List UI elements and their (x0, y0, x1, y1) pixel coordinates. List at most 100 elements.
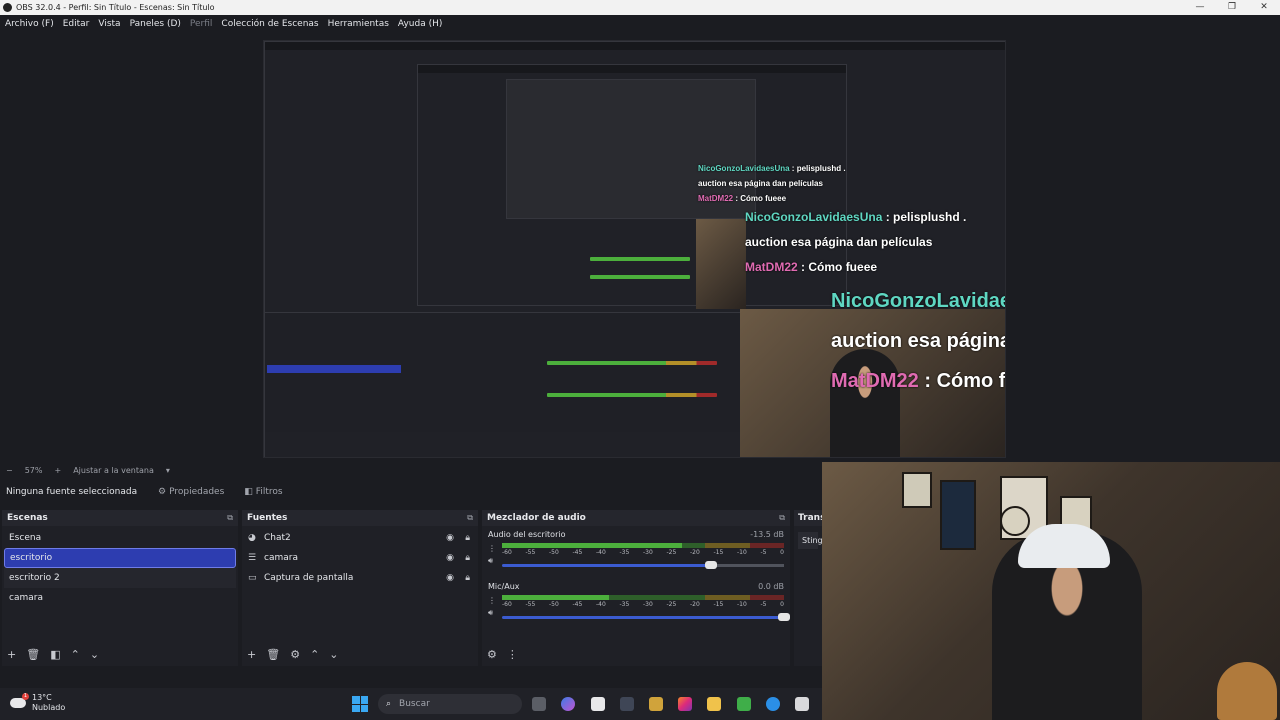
chat-username: NicoGonzoLavidaesUna (745, 210, 883, 224)
source-label: Captura de pantalla (264, 573, 354, 583)
filters-button[interactable]: ◧ Filtros (238, 484, 288, 500)
kebab-menu-icon[interactable]: ⋮ (488, 543, 498, 555)
notes-icon[interactable] (591, 697, 605, 711)
undock-icon[interactable]: ⧉ (467, 513, 473, 523)
source-label: Chat2 (264, 533, 291, 543)
menu-editar[interactable]: Editar (63, 19, 90, 29)
windows-taskbar: 1 13°C Nublado ⌕ Buscar (0, 688, 822, 720)
search-icon: ⌕ (386, 699, 392, 709)
task-view-icon[interactable] (532, 697, 546, 711)
file-explorer-icon[interactable] (707, 697, 721, 711)
wall-poster (940, 480, 976, 550)
meter-tick-label: -40 (596, 549, 606, 556)
meter-ticks: -60 -55 -50 -45 -40 -35 -30 -25 -20 -15 -10 -5 0 (502, 549, 784, 556)
volume-slider[interactable] (502, 613, 790, 621)
move-scene-up-button[interactable]: ⌃ (71, 648, 80, 661)
source-item[interactable]: ◕ Chat2 ◉ 🔒︎ (242, 528, 478, 548)
weather-widget[interactable]: 1 13°C Nublado (10, 693, 65, 713)
eye-icon[interactable]: ◉ (446, 533, 454, 543)
meter-tick-label: -20 (690, 601, 700, 608)
menu-perfil[interactable]: Perfil (190, 19, 213, 29)
slider-handle[interactable] (778, 613, 790, 621)
slider-handle[interactable] (704, 561, 717, 569)
scene-item[interactable]: camara (4, 588, 236, 608)
remove-source-button[interactable]: 🗑 (266, 648, 280, 661)
add-scene-button[interactable]: + (7, 648, 16, 661)
transition-select[interactable]: Sting (798, 532, 822, 549)
store-icon[interactable] (795, 697, 809, 711)
chat-username: MatDM22 (698, 194, 734, 203)
scenes-toolbar: + 🗑 ◧ ⌃ ⌄ (2, 642, 238, 666)
zoom-in-button[interactable]: + (54, 466, 61, 475)
scene-filters-button[interactable]: ◧ (50, 648, 60, 661)
preview-area[interactable]: NicoGonzoLavidaesUna : pelisplushd . auc… (0, 33, 1280, 461)
instagram-icon[interactable] (678, 697, 692, 711)
widgets-icon[interactable] (649, 697, 663, 711)
meter-tick-label: -60 (502, 601, 512, 608)
menu-paneles[interactable]: Paneles (D) (130, 19, 181, 29)
scene-item-selected[interactable]: escritorio (4, 548, 236, 568)
menu-archivo[interactable]: Archivo (F) (5, 19, 54, 29)
close-button[interactable]: ✕ (1248, 0, 1280, 15)
sources-toolbar: + 🗑 ⚙ ⌃ ⌄ (242, 642, 478, 666)
mixer-title: Mezclador de audio (487, 513, 586, 523)
menu-ayuda[interactable]: Ayuda (H) (398, 19, 442, 29)
program-preview[interactable]: NicoGonzoLavidaesUna : pelisplushd . auc… (263, 40, 1006, 458)
chat-overlay-small: NicoGonzoLavidaesUna : pelisplushd . auc… (698, 164, 846, 203)
transitions-title: Trans (798, 513, 822, 523)
edge-browser-icon[interactable] (766, 697, 780, 711)
volume-slider[interactable] (502, 561, 784, 569)
menu-herramientas[interactable]: Herramientas (328, 19, 389, 29)
speaker-icon[interactable]: 🔊︎ (488, 607, 498, 619)
maximize-button[interactable]: ❐ (1216, 0, 1248, 15)
list-icon: ☰ (248, 553, 257, 563)
obs-logo-icon (3, 3, 12, 12)
source-item[interactable]: ▭ Captura de pantalla ◉ 🔒︎ (242, 568, 478, 588)
meter-tick-label: -45 (572, 549, 583, 556)
scene-item[interactable]: Escena (4, 528, 236, 548)
lock-icon[interactable]: 🔒︎ (465, 533, 470, 543)
scenes-dock-header: Escenas ⧉ (2, 510, 238, 526)
fit-to-window-label[interactable]: Ajustar a la ventana (73, 466, 154, 475)
move-source-up-button[interactable]: ⌃ (310, 648, 319, 661)
properties-button[interactable]: ⚙ Propiedades (152, 484, 230, 500)
remove-scene-button[interactable]: 🗑 (26, 648, 40, 661)
scene-item[interactable]: escritorio 2 (4, 568, 236, 588)
chat-overlay-large: NicoGonzoLavidaesUna : pelisplushd . auc… (831, 281, 1005, 401)
chat-message: pelisplushd . (893, 210, 967, 224)
channel-db: 0.0 dB (758, 582, 784, 591)
source-list: ◕ Chat2 ◉ 🔒︎ ☰ camara ◉ 🔒︎ ▭ Captura de … (242, 526, 478, 588)
speaker-icon[interactable]: 🔊︎ (488, 555, 498, 567)
windows-start-icon[interactable] (352, 696, 368, 712)
lock-icon[interactable]: 🔒︎ (465, 573, 470, 583)
meter-tick-label: -5 (760, 601, 767, 608)
obs-taskbar-icon[interactable] (620, 697, 634, 711)
undock-icon[interactable]: ⧉ (779, 513, 785, 523)
source-item[interactable]: ☰ camara ◉ 🔒︎ (242, 548, 478, 568)
undock-icon[interactable]: ⧉ (227, 513, 233, 523)
kebab-menu-icon[interactable]: ⋮ (488, 595, 498, 607)
move-scene-down-button[interactable]: ⌄ (90, 648, 99, 661)
mixer-menu-button[interactable]: ⋮ (507, 648, 518, 661)
chevron-down-icon[interactable]: ▾ (166, 466, 170, 475)
menu-vista[interactable]: Vista (98, 19, 120, 29)
mixer-toolbar: ⚙ ⋮ (482, 642, 790, 666)
eye-icon[interactable]: ◉ (446, 573, 454, 583)
audio-mixer-dock: Mezclador de audio ⧉ Audio del escritori… (482, 510, 790, 666)
copilot-icon[interactable] (561, 697, 575, 711)
advanced-audio-button[interactable]: ⚙ (487, 648, 497, 661)
add-source-button[interactable]: + (247, 648, 256, 661)
move-source-down-button[interactable]: ⌄ (329, 648, 338, 661)
mixer-channel: Mic/Aux 0.0 dB ⋮ 🔊︎ -60 -55 -50 -45 -40 -35 -30… (482, 578, 790, 630)
taskbar-search[interactable]: ⌕ Buscar (378, 694, 522, 714)
eye-icon[interactable]: ◉ (446, 553, 454, 563)
menu-coleccion-escenas[interactable]: Colección de Escenas (221, 19, 318, 29)
channel-db: -13.5 dB (750, 530, 784, 539)
minimize-button[interactable]: — (1184, 0, 1216, 15)
source-properties-button[interactable]: ⚙ (290, 648, 300, 661)
play-store-icon[interactable] (737, 697, 751, 711)
nested-docks (265, 312, 743, 432)
zoom-out-button[interactable]: − (6, 466, 13, 475)
volume-meter (502, 595, 784, 600)
lock-icon[interactable]: 🔒︎ (465, 553, 470, 563)
